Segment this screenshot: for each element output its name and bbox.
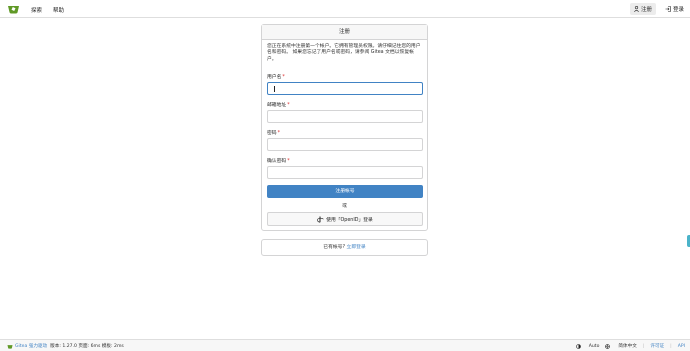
theme-icon [575,343,581,349]
language-label: 简体中文 [618,344,637,349]
have-account-text: 已有帐号? 立即登录 [323,245,366,250]
first-account-info: 您正在系统中注册第一个帐户。它拥有管理员权限。请仔细记住您的用户名和密码。 如果… [267,44,421,62]
nav-register-label: 注册 [641,7,653,13]
signin-now-link[interactable]: 立即登录 [347,245,366,250]
footer: Gitea 强力驱动 版本: 1.27.0 页面: 6ms 模板: 2ms Au… [0,339,690,351]
register-title: 注册 [262,25,427,40]
language-selector[interactable]: 简体中文 [605,343,637,349]
confirm-password-input[interactable] [267,166,423,179]
nav-register[interactable]: 注册 [630,3,657,15]
required-mark: * [277,131,281,136]
openid-signin-button[interactable]: 使用「OpenID」登录 [267,212,423,226]
username-label: 用户名* [267,75,285,80]
gitea-logo[interactable] [7,4,20,14]
api-link[interactable]: API [678,344,685,349]
confirm-password-label: 确认密码* [267,159,290,164]
openid-icon [317,216,324,223]
footer-left: Gitea 强力驱动 版本: 1.27.0 页面: 6ms 模板: 2ms [7,343,124,349]
nav-help[interactable]: 帮助 [53,6,64,14]
text-caret [274,86,275,92]
or-divider: 或 [342,204,347,209]
register-submit-button[interactable]: 注册帐号 [267,185,423,198]
footer-divider: | [670,343,672,349]
nav-explore[interactable]: 探索 [31,6,42,14]
required-mark: * [287,103,290,108]
nav-signin-label: 登录 [673,7,685,13]
version-info: 版本: 1.27.0 页面: 6ms 模板: 2ms [50,344,124,349]
register-form: 注册 您正在系统中注册第一个帐户。它拥有管理员权限。请仔细记住您的用户名和密码。… [261,24,428,231]
powered-by-link[interactable]: Gitea 强力驱动 [15,343,47,349]
required-mark: * [282,75,285,80]
email-label: 邮箱地址* [267,103,290,108]
license-link[interactable]: 许可证 [650,343,664,349]
footer-right: Auto 简体中文 | 许可证 | API [570,343,685,349]
theme-label: Auto [588,343,600,349]
person-icon [634,6,639,12]
password-input[interactable] [267,138,423,151]
sign-in-icon [665,6,671,12]
password-label: 密码* [267,131,281,136]
footer-divider: | [642,343,645,349]
top-navbar: 探索 帮助 注册 登录 [0,0,690,18]
openid-label: 使用「OpenID」登录 [326,217,373,223]
signin-prompt: 已有帐号? 立即登录 [261,239,428,256]
nav-signin[interactable]: 登录 [661,3,688,15]
required-mark: * [287,159,290,164]
theme-selector[interactable]: Auto [575,343,600,349]
email-input[interactable] [267,110,423,123]
username-input[interactable] [267,82,423,95]
gitea-logo-icon [7,344,13,349]
globe-icon [605,343,611,349]
